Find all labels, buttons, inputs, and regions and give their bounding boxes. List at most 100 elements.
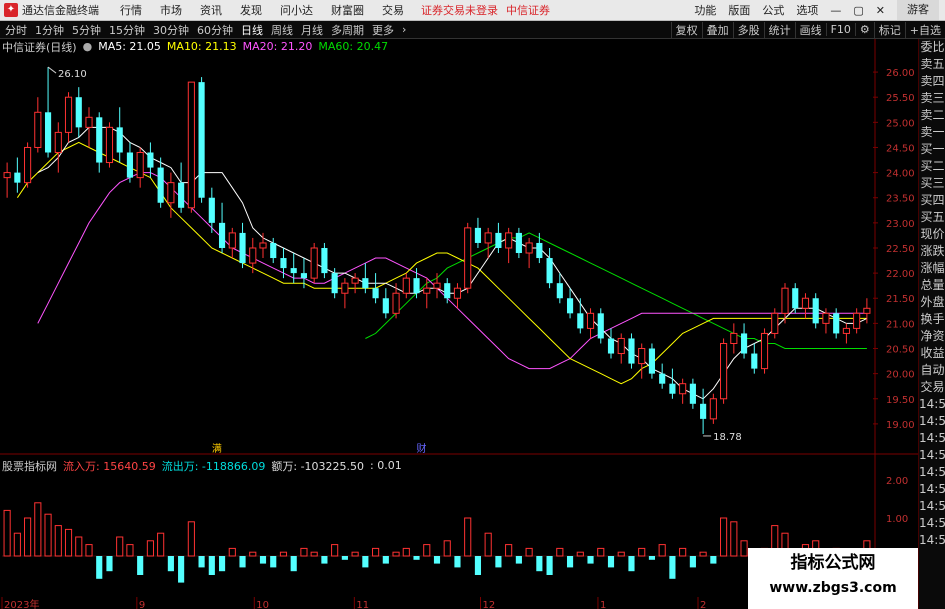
flow-bar	[402, 547, 410, 557]
period-5min[interactable]: 5分钟	[72, 22, 101, 38]
flow-bar	[658, 544, 666, 557]
price-tick-label: 25.50	[886, 93, 915, 104]
menu-wealth[interactable]: 财富圈	[331, 2, 364, 18]
candle-body	[700, 403, 707, 419]
candle-body	[607, 338, 615, 354]
menu-discover[interactable]: 发现	[240, 2, 262, 18]
menu-quotes[interactable]: 行情	[120, 2, 142, 18]
side-item[interactable]: 14:50	[919, 464, 945, 481]
side-item[interactable]: 14:50	[919, 447, 945, 464]
period-15min[interactable]: 15分钟	[109, 22, 145, 38]
side-item[interactable]: 买四	[919, 192, 945, 209]
f10-button[interactable]: F10	[825, 23, 855, 36]
side-item[interactable]: 交易	[919, 379, 945, 396]
inflow-value: 流入万: 15640.59	[63, 459, 156, 473]
side-item[interactable]: 卖四	[919, 73, 945, 90]
period-daily[interactable]: 日线	[241, 22, 263, 38]
side-item[interactable]: 14:50	[919, 481, 945, 498]
candle-body	[597, 313, 604, 339]
flow-bar	[464, 517, 472, 557]
overlay-button[interactable]: 叠加	[701, 21, 733, 38]
side-item[interactable]: 买五	[919, 209, 945, 226]
menu-layout[interactable]: 版面	[728, 2, 750, 18]
candle-body	[44, 112, 52, 153]
multi-stock-button[interactable]: 多股	[732, 21, 764, 38]
side-item[interactable]: 买二	[919, 158, 945, 175]
candle-body	[709, 398, 717, 420]
side-item[interactable]: 自动	[919, 362, 945, 379]
candle-body	[228, 232, 236, 249]
side-item[interactable]: 14:50	[919, 515, 945, 532]
close-icon[interactable]: ✕	[876, 4, 885, 17]
flow-bar	[279, 551, 288, 557]
menu-formula[interactable]: 公式	[762, 2, 784, 18]
side-item[interactable]: 卖三	[919, 90, 945, 107]
draw-line-button[interactable]: 画线	[794, 21, 826, 38]
period-more[interactable]: 更多	[372, 22, 394, 38]
period-1min[interactable]: 1分钟	[35, 22, 64, 38]
period-monthly[interactable]: 月线	[301, 22, 323, 38]
period-60min[interactable]: 60分钟	[197, 22, 233, 38]
flow-bar	[505, 544, 513, 557]
gear-icon[interactable]: ⚙	[854, 23, 874, 36]
candle-body	[842, 327, 850, 334]
candle-body	[392, 292, 400, 314]
side-item[interactable]: 收益	[919, 345, 945, 362]
side-item[interactable]: 总量	[919, 277, 945, 294]
chevron-down-icon[interactable]: ›	[402, 23, 406, 36]
candle-body	[24, 146, 32, 184]
candle-body	[720, 342, 728, 400]
side-item[interactable]: 净资	[919, 328, 945, 345]
login-notice[interactable]: 证券交易未登录	[421, 2, 498, 18]
flow-bar	[525, 547, 533, 557]
candle-body	[341, 282, 349, 294]
side-item[interactable]: 买三	[919, 175, 945, 192]
side-item[interactable]: 现价	[919, 226, 945, 243]
restore-rights-button[interactable]: 复权	[670, 21, 702, 38]
flow-bar	[126, 544, 134, 557]
statistics-button[interactable]: 统计	[763, 21, 795, 38]
menu-trade[interactable]: 交易	[382, 2, 404, 18]
side-item[interactable]: 买一	[919, 141, 945, 158]
side-item[interactable]: 涨幅	[919, 260, 945, 277]
side-item[interactable]: 14:50	[919, 413, 945, 430]
period-multi[interactable]: 多周期	[331, 22, 364, 38]
period-30min[interactable]: 30分钟	[153, 22, 189, 38]
flow-bar	[157, 532, 165, 557]
side-item[interactable]: 卖五	[919, 56, 945, 73]
candle-body	[116, 127, 123, 153]
price-tick-label: 21.00	[886, 319, 915, 330]
maximize-icon[interactable]: ▢	[853, 4, 863, 17]
kline-chart[interactable]: 26.00 25.50 25.00 24.50 24.00 23.50 23.00 22.50…	[0, 39, 918, 609]
flow-bar	[597, 547, 605, 557]
add-watchlist-button[interactable]: +自选	[904, 21, 945, 38]
period-weekly[interactable]: 周线	[271, 22, 293, 38]
side-item[interactable]: 涨跌	[919, 243, 945, 260]
menu-options[interactable]: 选项	[796, 2, 818, 18]
flow-bar	[576, 551, 584, 557]
side-item[interactable]: 14:50	[919, 430, 945, 447]
menu-market[interactable]: 市场	[160, 2, 182, 18]
side-item[interactable]: 14:50	[919, 498, 945, 515]
minimize-icon[interactable]: —	[830, 4, 841, 17]
menu-ask[interactable]: 问小达	[280, 2, 313, 18]
flow-bar	[351, 551, 359, 557]
chart-area: 中信证券(日线) ● MA5: 21.05 MA10: 21.13 MA20: …	[0, 39, 945, 609]
period-intraday[interactable]: 分时	[5, 22, 27, 38]
side-item[interactable]: 外盘	[919, 294, 945, 311]
menu-news[interactable]: 资讯	[200, 2, 222, 18]
side-item[interactable]: 14:50	[919, 532, 945, 549]
flow-bar	[495, 556, 502, 568]
side-item[interactable]: 卖二	[919, 107, 945, 124]
broker-name[interactable]: 中信证券	[506, 2, 550, 18]
menu-function[interactable]: 功能	[694, 2, 716, 18]
guest-button[interactable]: 游客	[897, 0, 939, 20]
side-item[interactable]: 换手	[919, 311, 945, 328]
side-item[interactable]: 14:50	[919, 396, 945, 413]
side-item[interactable]: 委比	[919, 39, 945, 56]
side-item[interactable]: 卖一	[919, 124, 945, 141]
candle-body	[178, 182, 185, 208]
flow-bar	[96, 556, 103, 579]
mark-button[interactable]: 标记	[873, 21, 905, 38]
flow-bar	[178, 556, 185, 583]
